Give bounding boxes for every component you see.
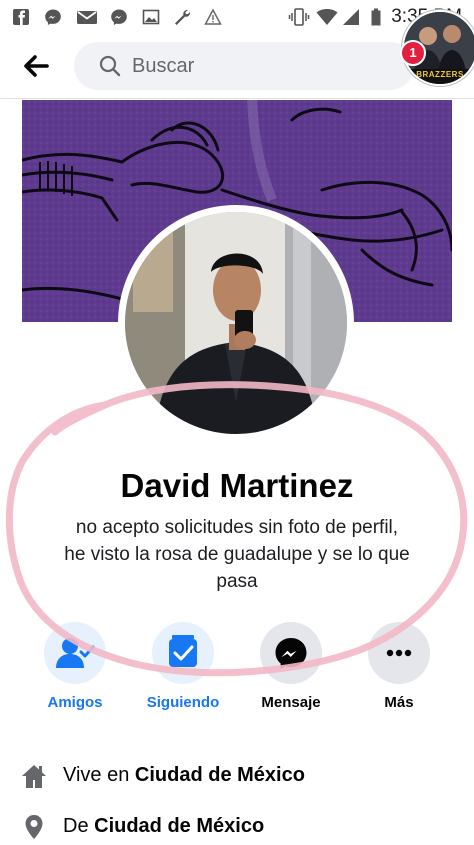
profile-picture[interactable] (118, 205, 354, 441)
more-label: Más (384, 694, 414, 711)
friends-icon-circle (44, 622, 106, 684)
message-icon-circle (260, 622, 322, 684)
thumbnail-watermark: BRAZZERS (416, 70, 464, 79)
following-label: Siguiendo (146, 694, 220, 711)
messenger-icon (45, 9, 61, 25)
following-icon (169, 635, 197, 667)
search-icon (99, 55, 121, 77)
location-pin-icon (25, 815, 43, 839)
battery-icon (371, 8, 381, 26)
notification-badge: 1 (400, 40, 426, 66)
from-city[interactable]: Ciudad de México (94, 815, 264, 837)
avatar (125, 212, 347, 434)
gmail-icon (77, 11, 97, 24)
messenger-icon (275, 638, 307, 669)
messenger-icon (111, 9, 127, 25)
back-arrow-icon[interactable] (18, 48, 54, 84)
profile-name: David Martinez (120, 467, 354, 504)
friends-label: Amigos (47, 694, 103, 711)
bio-line: no acepto solicitudes sin foto de perfil… (75, 517, 399, 538)
bio-line: he visto la rosa de guadalupe y se lo qu… (64, 544, 410, 565)
signal-icon (343, 9, 359, 25)
vibrate-icon (288, 8, 310, 26)
status-bar: 3:35 PM (0, 0, 474, 34)
bio-line: pasa (216, 571, 258, 592)
wrench-icon (175, 9, 191, 25)
home-icon (22, 765, 46, 788)
friends-button[interactable]: Amigos (25, 622, 125, 722)
message-button[interactable]: Mensaje (241, 622, 341, 722)
message-label: Mensaje (261, 694, 321, 711)
friends-icon (56, 638, 95, 668)
lives-in-city[interactable]: Ciudad de México (135, 764, 305, 786)
from-text: De Ciudad de México (63, 815, 264, 838)
search-input[interactable]: Buscar (74, 42, 414, 90)
lives-in-text: Vive en Ciudad de México (63, 764, 305, 787)
gallery-icon (142, 9, 160, 25)
facebook-icon (13, 9, 29, 25)
search-placeholder: Buscar (132, 55, 195, 77)
more-icon (386, 649, 412, 657)
more-icon-circle (368, 622, 430, 684)
lives-in-row[interactable]: Vive en Ciudad de México (20, 760, 460, 794)
lives-in-prefix: Vive en (63, 764, 135, 786)
from-prefix: De (63, 815, 95, 837)
more-button[interactable]: Más (349, 622, 449, 722)
warning-icon (204, 8, 222, 25)
profile-bio: no acepto solicitudes sin foto de perfil… (30, 514, 444, 595)
wifi-icon (316, 9, 338, 25)
following-button[interactable]: Siguiendo (133, 622, 233, 722)
following-icon-circle (152, 622, 214, 684)
from-row[interactable]: De Ciudad de México (20, 811, 460, 845)
profile-photo (125, 212, 347, 434)
